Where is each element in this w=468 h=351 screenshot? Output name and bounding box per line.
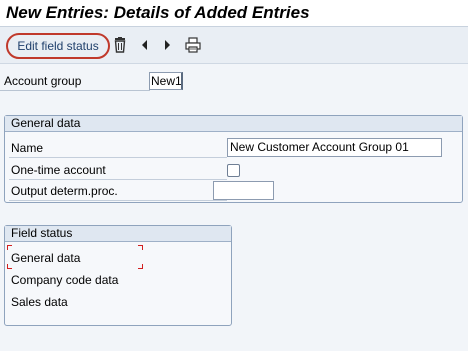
focus-corner-icon: [7, 264, 12, 269]
account-group-field[interactable]: New1: [149, 72, 183, 90]
account-group-underline: [0, 90, 150, 91]
general-data-title: General data: [5, 116, 462, 132]
output-determ-field[interactable]: [213, 181, 274, 200]
general-data-group: General data Name New Customer Account G…: [4, 115, 463, 203]
window-title: New Entries: Details of Added Entries: [6, 3, 310, 22]
field-status-group: Field status General data Company code d…: [4, 225, 232, 326]
edit-field-status-button[interactable]: Edit field status: [6, 33, 110, 59]
output-determ-label: Output determ.proc.: [11, 184, 118, 198]
focus-corner-icon: [138, 245, 143, 250]
focus-corner-icon: [138, 264, 143, 269]
one-time-account-underline: [9, 179, 227, 180]
focus-corner-icon: [7, 245, 12, 250]
name-label: Name: [11, 141, 44, 155]
triangle-right-icon[interactable]: [163, 37, 172, 53]
one-time-account-checkbox[interactable]: [227, 164, 240, 177]
field-status-item-sales-data[interactable]: Sales data: [11, 295, 68, 309]
name-underline: [9, 157, 227, 158]
account-group-label: Account group: [4, 74, 82, 88]
output-determ-underline: [9, 200, 227, 201]
triangle-left-icon[interactable]: [140, 37, 149, 53]
field-status-item-company-code-data[interactable]: Company code data: [11, 273, 118, 287]
one-time-account-label: One-time account: [11, 163, 106, 177]
field-status-item-general-data[interactable]: General data: [11, 251, 80, 265]
toolbar: Edit field status: [0, 27, 468, 64]
printer-icon[interactable]: [185, 37, 201, 53]
title-bar: New Entries: Details of Added Entries: [0, 0, 468, 27]
field-status-title: Field status: [5, 226, 231, 242]
name-field[interactable]: New Customer Account Group 01: [227, 138, 442, 157]
trash-icon[interactable]: [113, 37, 127, 53]
